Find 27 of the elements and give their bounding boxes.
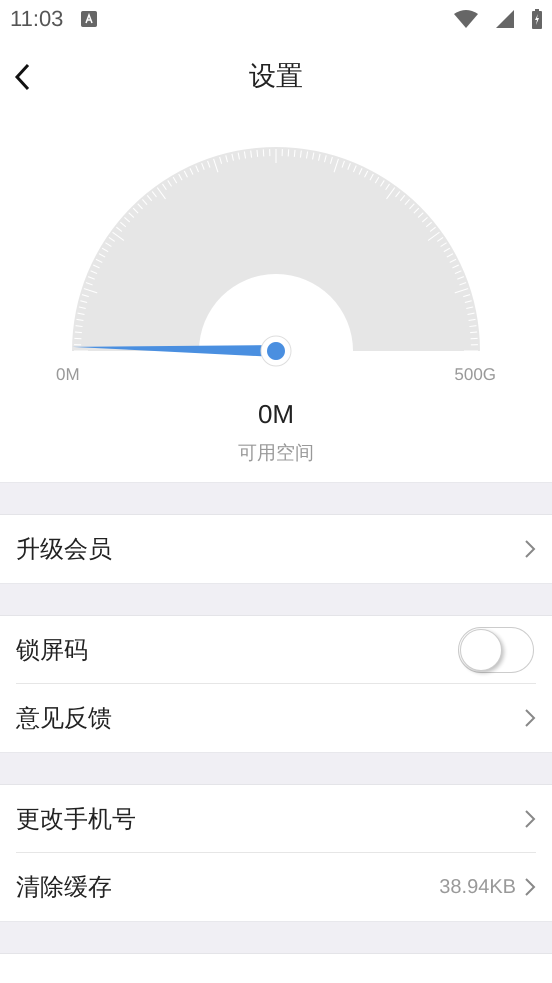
battery-icon bbox=[532, 8, 542, 28]
chevron-right-icon bbox=[524, 809, 536, 829]
status-time: 11:03 bbox=[10, 6, 64, 32]
signal-icon bbox=[496, 10, 514, 28]
row-label: 清除缓存 bbox=[16, 872, 113, 903]
row-label: 锁屏码 bbox=[16, 635, 89, 666]
gauge-min-label: 0M bbox=[56, 365, 80, 385]
settings-row[interactable]: 更改手机号 bbox=[0, 785, 552, 853]
row-label: 意见反馈 bbox=[16, 703, 113, 734]
available-space-caption: 可用空间 bbox=[238, 441, 314, 466]
row-label: 更改手机号 bbox=[16, 804, 137, 835]
chevron-right-icon bbox=[524, 877, 536, 897]
gauge-max-label: 500G bbox=[454, 365, 496, 385]
settings-row[interactable]: 意见反馈 bbox=[0, 684, 552, 752]
wifi-icon bbox=[454, 10, 478, 28]
settings-row[interactable]: 锁屏码 bbox=[0, 616, 552, 684]
notification-icon bbox=[81, 10, 98, 26]
toggle-switch[interactable] bbox=[458, 627, 534, 673]
page-title: 设置 bbox=[249, 60, 303, 94]
settings-row[interactable]: 升级会员 bbox=[0, 515, 552, 583]
chevron-right-icon bbox=[524, 708, 536, 728]
available-space-value: 0M bbox=[258, 399, 294, 430]
cache-size: 38.94KB bbox=[439, 876, 516, 898]
row-label: 升级会员 bbox=[16, 534, 113, 565]
back-icon bbox=[14, 63, 30, 91]
chevron-right-icon bbox=[524, 539, 536, 559]
settings-row[interactable]: 清除缓存 38.94KB bbox=[0, 853, 552, 921]
